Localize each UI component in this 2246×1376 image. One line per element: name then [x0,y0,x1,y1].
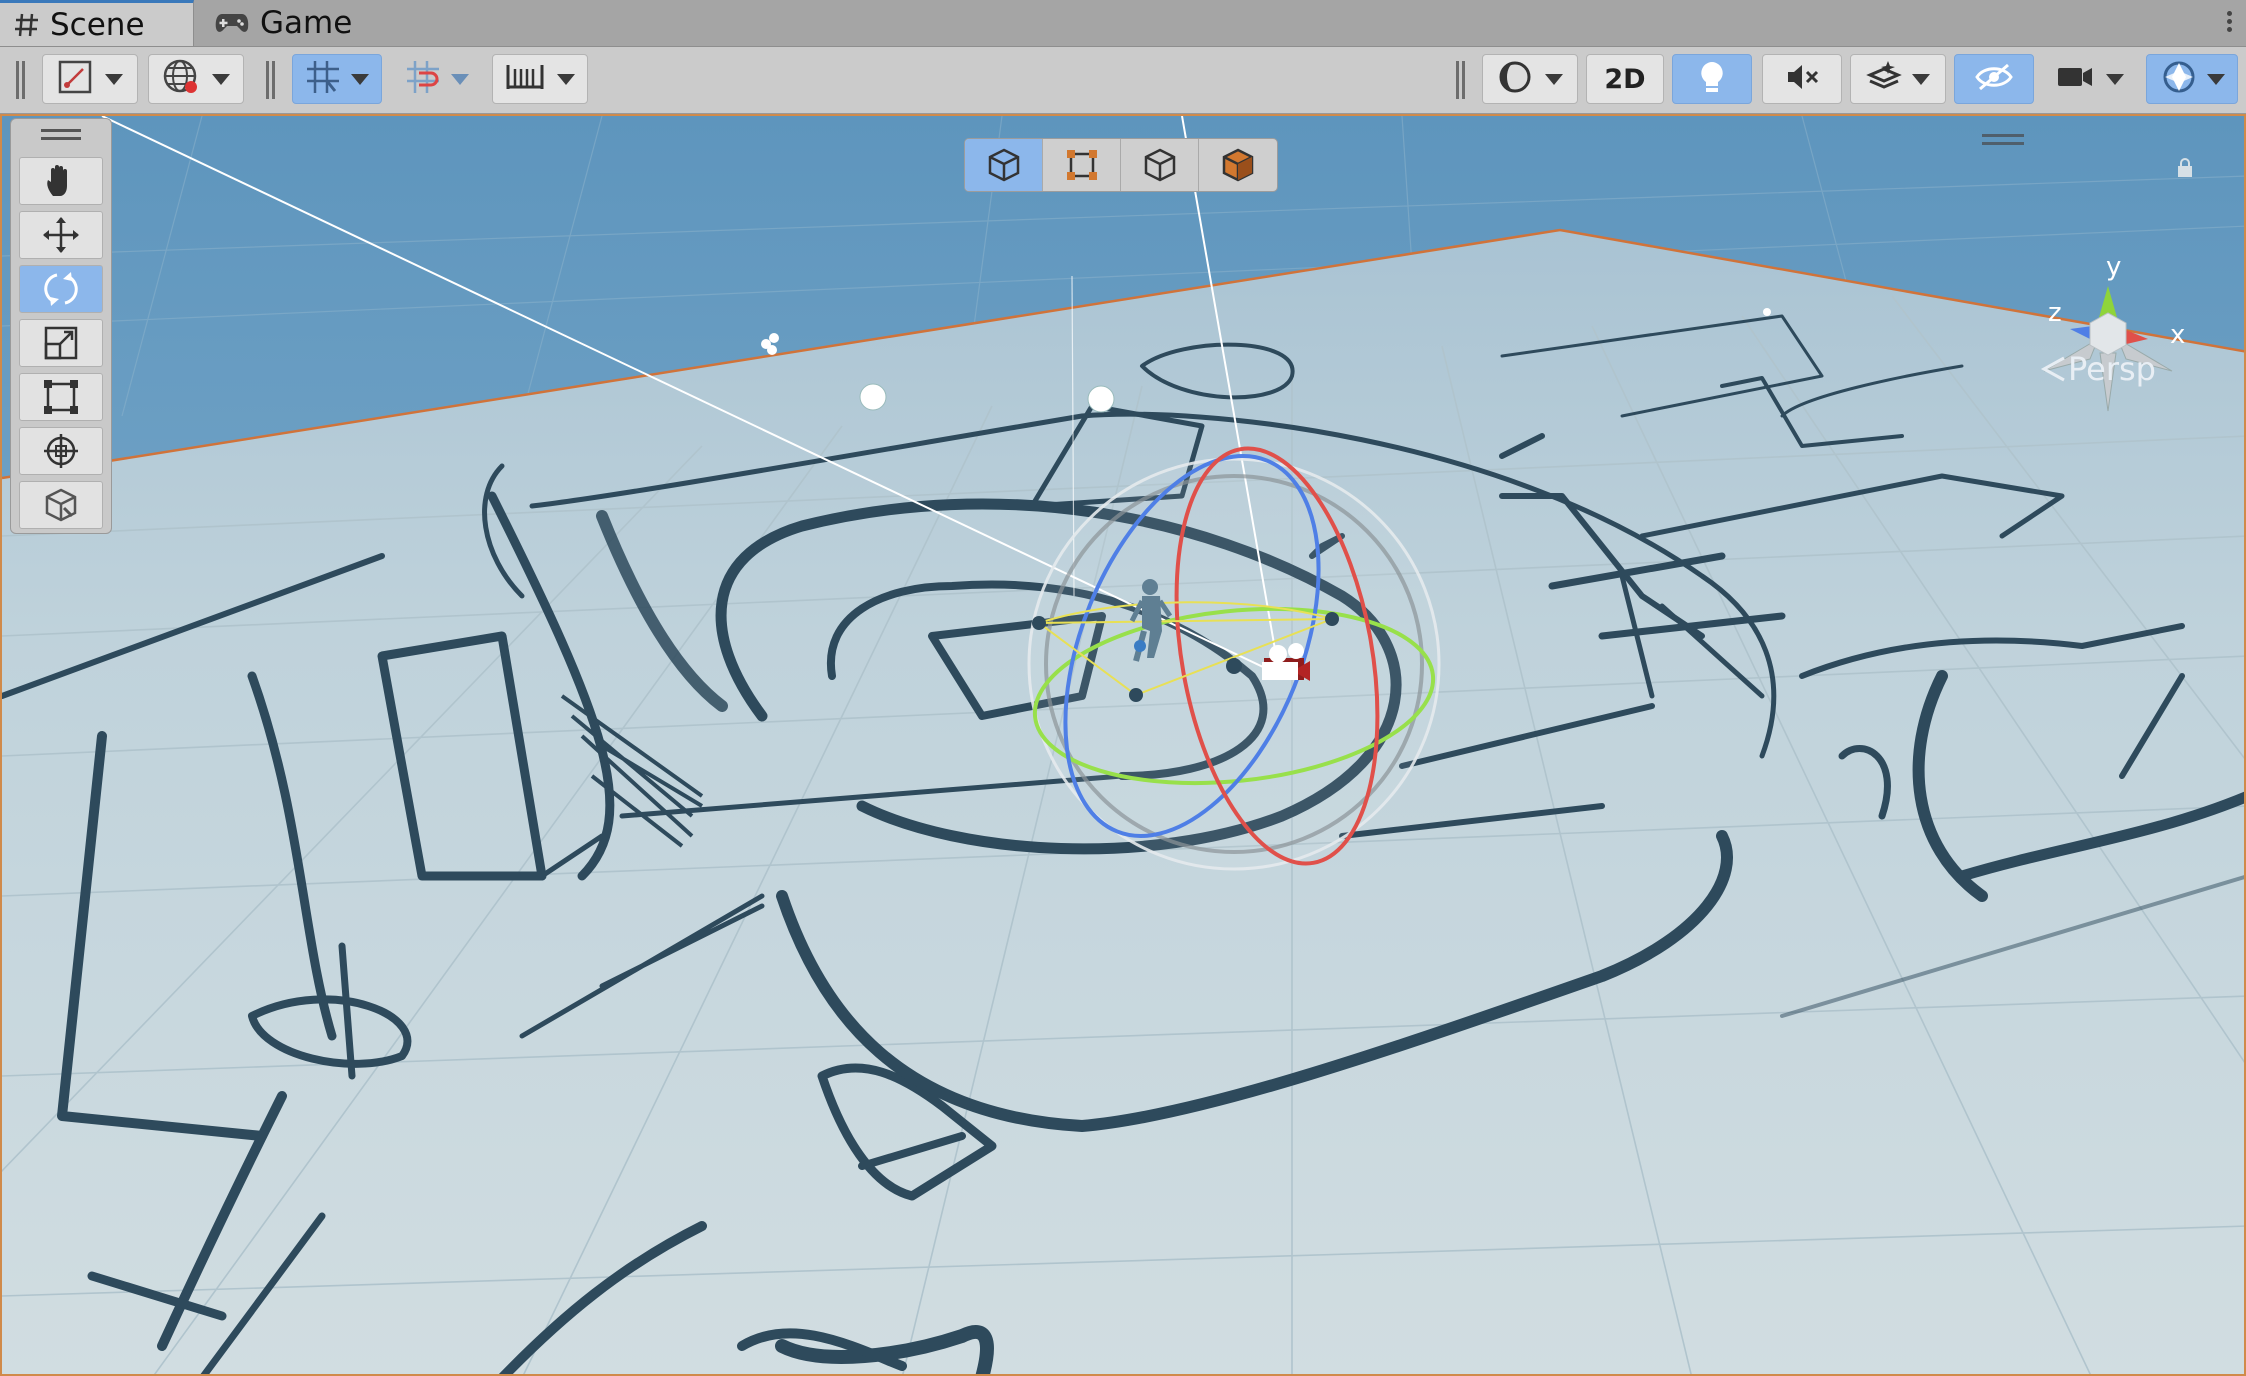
toggle-2d-label: 2D [1604,63,1646,95]
grid-snap-toggle[interactable] [292,54,382,104]
chevron-down-icon [451,73,469,85]
chevron-down-icon [105,73,123,85]
grid-hash-icon [14,12,40,38]
projection-label: Persp [2068,350,2156,388]
cube-wire-icon [988,148,1019,182]
chevron-down-icon [351,73,369,85]
scene-canvas[interactable]: y x z [2,116,2246,1376]
transform-icon [44,434,78,468]
rect-select-button[interactable] [1043,139,1121,191]
lighting-bulb-icon [1697,59,1727,99]
cube-solid-icon [1222,148,1254,182]
tools-overlay [10,118,112,534]
axis-z-label: z [2048,298,2062,328]
gizmos-dropdown[interactable] [2146,54,2238,104]
hand-tool-button[interactable] [19,157,103,205]
camera-dropdown[interactable] [2040,54,2140,104]
audio-mute-icon [1784,61,1820,97]
shading-sphere-icon [1497,59,1533,99]
draw-mode-icon [57,59,93,99]
tab-scene-label: Scene [50,6,145,43]
cube-outline-button[interactable] [1121,139,1199,191]
rect-select-icon [1066,150,1097,180]
axis-x-label: x [2170,320,2185,350]
gizmo-drag-handle[interactable] [1982,134,2024,150]
scale-icon [44,326,78,360]
global-icon [162,58,200,100]
chevron-down-icon [1545,73,1563,85]
cube-outline-icon [1144,148,1175,182]
ruler-icon [505,59,545,99]
global-local-dropdown[interactable] [148,54,244,104]
scene-visibility-toggle[interactable] [1954,54,2034,104]
more-options-icon[interactable] [2224,8,2234,38]
tab-game[interactable]: Game [200,0,366,46]
scene-toolbar: 2D [0,47,2246,114]
gizmos-icon [2159,57,2199,101]
move-icon [43,217,79,253]
lock-icon[interactable] [2176,158,2194,178]
chevron-down-icon [2106,73,2124,85]
hand-icon [47,165,67,196]
draw-mode-dropdown[interactable] [42,54,138,104]
move-tool-button[interactable] [19,211,103,259]
rect-tool-button[interactable] [19,373,103,421]
overlay-drag-handle[interactable] [41,129,81,141]
shading-mode-dropdown[interactable] [1482,54,1578,104]
ruler-dropdown[interactable] [492,54,588,104]
toolbar-grip[interactable] [16,61,26,99]
chevron-left-icon [2040,356,2065,382]
effects-layers-icon [1866,59,1902,99]
increment-snap-toggle[interactable] [392,54,482,104]
tab-bar: Scene Game [0,0,2246,47]
cube-solid-button[interactable] [1199,139,1277,191]
cube-wire-button[interactable] [965,139,1043,191]
chevron-down-icon [557,73,575,85]
projection-toggle[interactable]: Persp [2040,350,2156,388]
hidden-visibility-icon [1974,62,2014,96]
rect-transform-icon [44,380,78,414]
chevron-down-icon [212,73,230,85]
custom-tool-button[interactable] [19,481,103,529]
lighting-toggle[interactable] [1672,54,1752,104]
gamepad-icon [214,11,250,35]
rotate-tool-button[interactable] [19,265,103,313]
grid-snap-icon [305,59,341,99]
scene-viewport[interactable]: y x z [0,114,2246,1376]
rotate-icon [44,272,78,306]
axis-y-label: y [2106,252,2121,282]
component-tools-overlay [964,138,1278,192]
tab-game-label: Game [260,5,353,41]
toggle-2d-button[interactable]: 2D [1586,54,1664,104]
effects-dropdown[interactable] [1850,54,1946,104]
toolbar-grip[interactable] [1456,61,1466,99]
custom-editor-tool-icon [45,488,77,522]
chevron-down-icon [1912,73,1930,85]
camera-icon [2056,63,2094,95]
scale-tool-button[interactable] [19,319,103,367]
transform-tool-button[interactable] [19,427,103,475]
audio-toggle[interactable] [1762,54,1842,104]
tab-scene[interactable]: Scene [0,0,194,46]
toolbar-grip[interactable] [266,61,276,99]
increment-snap-icon [405,59,441,99]
chevron-down-icon [2207,73,2225,85]
